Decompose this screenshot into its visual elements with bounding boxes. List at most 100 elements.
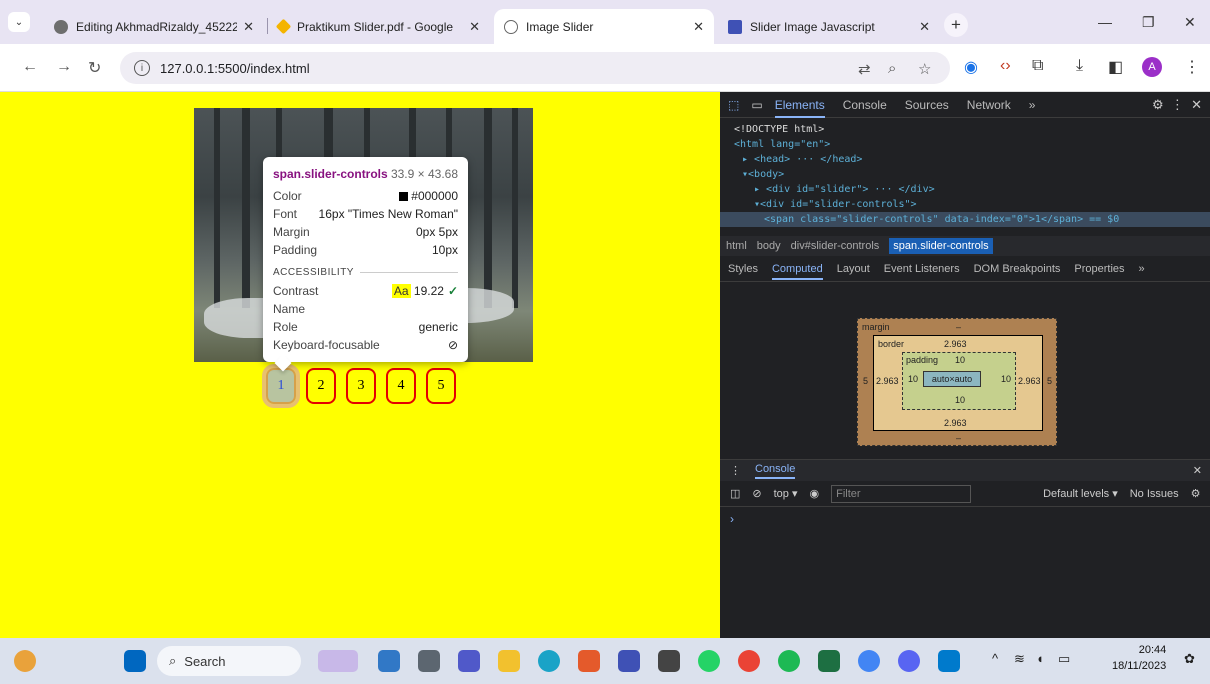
profile-avatar[interactable]: A: [1142, 57, 1162, 77]
bookmark-star-icon[interactable]: ☆: [918, 60, 931, 78]
close-window-icon[interactable]: ✕: [1184, 14, 1196, 31]
extensions-puzzle-icon[interactable]: ⧉: [1032, 57, 1043, 75]
subtab-styles[interactable]: Styles: [728, 263, 758, 275]
taskbar-search[interactable]: ⌕ Search: [157, 646, 301, 676]
minimize-icon[interactable]: —: [1098, 14, 1112, 30]
reload-icon[interactable]: ↻: [88, 58, 101, 78]
system-clock[interactable]: 20:44 18/11/2023: [1112, 642, 1166, 674]
spotify-icon[interactable]: [778, 650, 800, 672]
settings-gear-icon[interactable]: ⚙: [1152, 97, 1164, 112]
discord-icon[interactable]: [898, 650, 920, 672]
devtools-menu-icon[interactable]: ⋮: [1171, 97, 1184, 112]
eye-icon[interactable]: ◉: [810, 487, 820, 500]
dom-html[interactable]: <html lang="en">: [734, 137, 1196, 152]
subtab-dom-breakpoints[interactable]: DOM Breakpoints: [974, 263, 1061, 275]
dom-selected-span[interactable]: <span class="slider-controls" data-index…: [720, 212, 1210, 227]
wifi-icon[interactable]: ≋: [1014, 651, 1025, 667]
close-icon[interactable]: ✕: [469, 19, 480, 35]
app-icon[interactable]: [618, 650, 640, 672]
excel-icon[interactable]: [818, 650, 840, 672]
more-subtabs-icon[interactable]: »: [1139, 263, 1145, 275]
vscode-icon[interactable]: [938, 650, 960, 672]
whatsapp-icon[interactable]: [698, 650, 720, 672]
console-filter-input[interactable]: Filter: [831, 484, 972, 503]
restore-icon[interactable]: ❐: [1142, 14, 1155, 31]
edge-icon[interactable]: [538, 650, 560, 672]
drawer-menu-icon[interactable]: ⋮: [730, 464, 741, 477]
tooltip-dimensions: 33.9 × 43.68: [390, 167, 458, 181]
subtab-event-listeners[interactable]: Event Listeners: [884, 263, 960, 275]
close-icon[interactable]: ✕: [693, 19, 704, 35]
inspect-element-icon[interactable]: ⬚: [728, 98, 739, 112]
issues-badge[interactable]: No Issues: [1130, 488, 1179, 500]
dom-head[interactable]: ▸ <head> ··· </head>: [734, 152, 1196, 167]
dom-body[interactable]: ▾<body>: [734, 167, 1196, 182]
search-highlight-icon[interactable]: [318, 650, 358, 672]
forward-icon[interactable]: →: [56, 58, 72, 76]
slider-control-3[interactable]: 3: [346, 368, 376, 404]
weather-widget-icon[interactable]: [14, 650, 36, 672]
tab-slider-javascript[interactable]: Slider Image Javascript ✕: [718, 9, 940, 44]
log-levels-select[interactable]: Default levels ▾: [1043, 487, 1118, 500]
code-extension-icon[interactable]: ‹›: [1000, 57, 1011, 75]
extension-icon[interactable]: ◉: [964, 57, 978, 77]
subtab-properties[interactable]: Properties: [1074, 263, 1124, 275]
side-panel-icon[interactable]: ◧: [1108, 57, 1123, 77]
dom-slider-controls[interactable]: ▾<div id="slider-controls">: [734, 197, 1196, 212]
volume-icon[interactable]: ◖: [1036, 651, 1044, 666]
tab-google-drive[interactable]: Praktikum Slider.pdf - Google ✕: [268, 9, 490, 44]
task-view-icon[interactable]: [418, 650, 440, 672]
site-info-icon[interactable]: i: [134, 60, 150, 76]
notification-icon[interactable]: ✿: [1184, 651, 1195, 667]
address-bar[interactable]: i 127.0.0.1:5500/index.html ⇄ ⌕ ☆: [120, 52, 950, 84]
context-select[interactable]: top ▾: [774, 487, 798, 500]
tab-image-slider[interactable]: Image Slider ✕: [494, 9, 714, 44]
chrome-icon[interactable]: [738, 650, 760, 672]
chrome-profile-icon[interactable]: [858, 650, 880, 672]
devtools-close-icon[interactable]: ✕: [1191, 97, 1202, 112]
breadcrumb-span[interactable]: span.slider-controls: [889, 238, 993, 254]
battery-icon[interactable]: ▭: [1058, 651, 1070, 667]
slider-control-1[interactable]: 1: [262, 364, 300, 408]
file-explorer-icon[interactable]: [498, 650, 520, 672]
teams-icon[interactable]: [458, 650, 480, 672]
app2-icon[interactable]: [658, 650, 680, 672]
globe-icon: [504, 19, 518, 34]
close-icon[interactable]: ✕: [919, 19, 930, 35]
tab-console[interactable]: Console: [843, 98, 887, 112]
slider-control-2[interactable]: 2: [306, 368, 336, 404]
console-settings-icon[interactable]: ⚙: [1191, 487, 1201, 500]
menu-kebab-icon[interactable]: ⋮: [1184, 57, 1200, 77]
tab-github[interactable]: Editing AkhmadRizaldy_45222 ✕: [44, 9, 264, 44]
slider-control-4[interactable]: 4: [386, 368, 416, 404]
slider-control-5[interactable]: 5: [426, 368, 456, 404]
dom-slider[interactable]: ▸ <div id="slider"> ··· </div>: [734, 182, 1196, 197]
dom-doctype[interactable]: <!DOCTYPE html>: [734, 122, 1196, 137]
tab-network[interactable]: Network: [967, 98, 1011, 112]
tab-elements[interactable]: Elements: [774, 98, 825, 118]
store-icon[interactable]: [578, 650, 600, 672]
breadcrumb-div[interactable]: div#slider-controls: [791, 240, 880, 252]
drawer-close-icon[interactable]: ✕: [1193, 464, 1202, 477]
subtab-layout[interactable]: Layout: [837, 263, 870, 275]
tab-sources[interactable]: Sources: [905, 98, 949, 112]
tray-chevron-icon[interactable]: ^: [992, 651, 998, 666]
windows-start-icon[interactable]: [124, 650, 146, 672]
download-icon[interactable]: ⤓: [1076, 57, 1083, 75]
new-tab-button[interactable]: +: [944, 13, 968, 37]
translate-icon[interactable]: ⇄: [858, 60, 871, 78]
subtab-computed[interactable]: Computed: [771, 263, 823, 280]
console-prompt[interactable]: ›: [730, 512, 734, 526]
drawer-tab-console[interactable]: Console: [755, 463, 796, 479]
breadcrumb-body[interactable]: body: [757, 240, 781, 252]
more-tabs-icon[interactable]: »: [1029, 98, 1036, 112]
close-icon[interactable]: ✕: [243, 19, 254, 35]
zoom-icon[interactable]: ⌕: [888, 60, 896, 77]
clear-console-icon[interactable]: ⊘: [752, 487, 761, 500]
copilot-icon[interactable]: [378, 650, 400, 672]
back-icon[interactable]: ←: [22, 58, 38, 76]
breadcrumb-html[interactable]: html: [726, 240, 747, 252]
sidebar-toggle-icon[interactable]: ◫: [730, 487, 740, 500]
tab-search-button[interactable]: ⌄: [8, 12, 30, 32]
device-toolbar-icon[interactable]: ▭: [751, 98, 762, 112]
